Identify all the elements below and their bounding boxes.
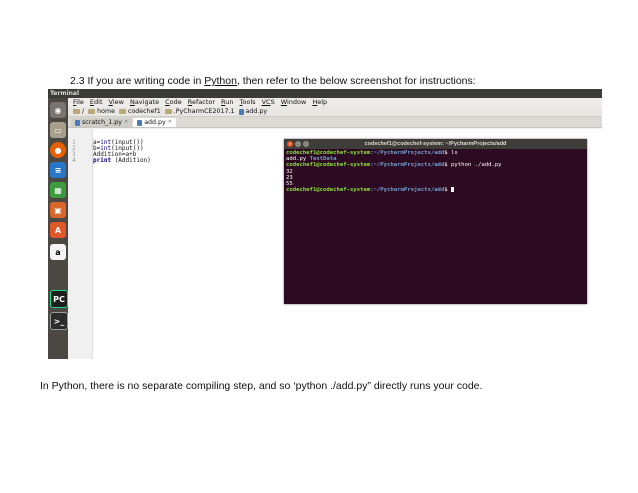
intro-suffix: , then refer to the below screenshot for… (236, 75, 476, 87)
folder-icon (118, 109, 126, 114)
outro-text: In Python, there is no separate compilin… (40, 380, 483, 392)
breadcrumb-root[interactable]: / (73, 107, 84, 117)
breadcrumb: / home codechef1 .PyCharmCE2017.1 add.py (68, 107, 602, 117)
tab-scratch[interactable]: scratch_1.py ✕ (71, 118, 133, 127)
terminal-titlebar: × – □ codechef1@codechef-system: ~/Pycha… (284, 139, 587, 149)
close-icon[interactable]: ✕ (168, 118, 172, 127)
folder-icon (88, 109, 96, 114)
software-center-icon[interactable]: A (50, 222, 66, 238)
close-icon[interactable]: × (287, 141, 293, 147)
terminal-title: codechef1@codechef-system: ~/PycharmProj… (364, 141, 507, 147)
calc-icon[interactable]: ▦ (50, 182, 66, 198)
breadcrumb-pycharmce[interactable]: .PyCharmCE2017.1 (164, 107, 235, 117)
writer-icon[interactable]: ≡ (50, 162, 66, 178)
intro-prefix: 2.3 If you are writing code in (70, 75, 205, 87)
pycharm-icon[interactable]: PC (50, 290, 68, 308)
terminal-cursor (451, 187, 455, 193)
window-topbar: Terminal (48, 89, 602, 98)
editor-tabs: scratch_1.py ✕ add.py ✕ (68, 117, 602, 128)
menu-window[interactable]: Window (281, 98, 307, 107)
files-icon[interactable]: ▭ (50, 122, 66, 138)
folder-icon (164, 109, 172, 114)
python-file-icon (75, 119, 80, 126)
ubuntu-launcher: ◉ ▭ ● ≡ ▦ ▣ A a PC >_ (48, 98, 68, 359)
menu-help[interactable]: Help (312, 98, 327, 107)
intro-text: 2.3 If you are writing code in Python, t… (70, 75, 476, 87)
breadcrumb-home[interactable]: home (88, 107, 115, 117)
python-file-icon (137, 119, 143, 126)
breadcrumb-codechef1[interactable]: codechef1 (118, 107, 161, 117)
python-file-icon (238, 108, 244, 115)
maximize-icon[interactable]: □ (303, 141, 309, 147)
amazon-icon[interactable]: a (50, 244, 66, 260)
firefox-icon[interactable]: ● (50, 142, 66, 158)
ubuntu-dash-icon[interactable]: ◉ (50, 102, 66, 118)
minimize-icon[interactable]: – (295, 141, 301, 147)
breadcrumb-add-py[interactable]: add.py (238, 107, 267, 117)
line-number: 4 (72, 157, 76, 164)
close-icon[interactable]: ✕ (124, 118, 128, 127)
impress-icon[interactable]: ▣ (50, 202, 66, 218)
tab-add-py[interactable]: add.py ✕ (133, 118, 176, 127)
terminal-icon[interactable]: >_ (50, 312, 68, 330)
terminal-line: codechef1@codechef-system:~/PycharmProje… (284, 187, 587, 193)
terminal-window[interactable]: × – □ codechef1@codechef-system: ~/Pycha… (284, 139, 587, 304)
folder-icon (73, 109, 80, 114)
code-line: print (Addition) (93, 157, 151, 164)
python-link[interactable]: Python (204, 75, 237, 87)
